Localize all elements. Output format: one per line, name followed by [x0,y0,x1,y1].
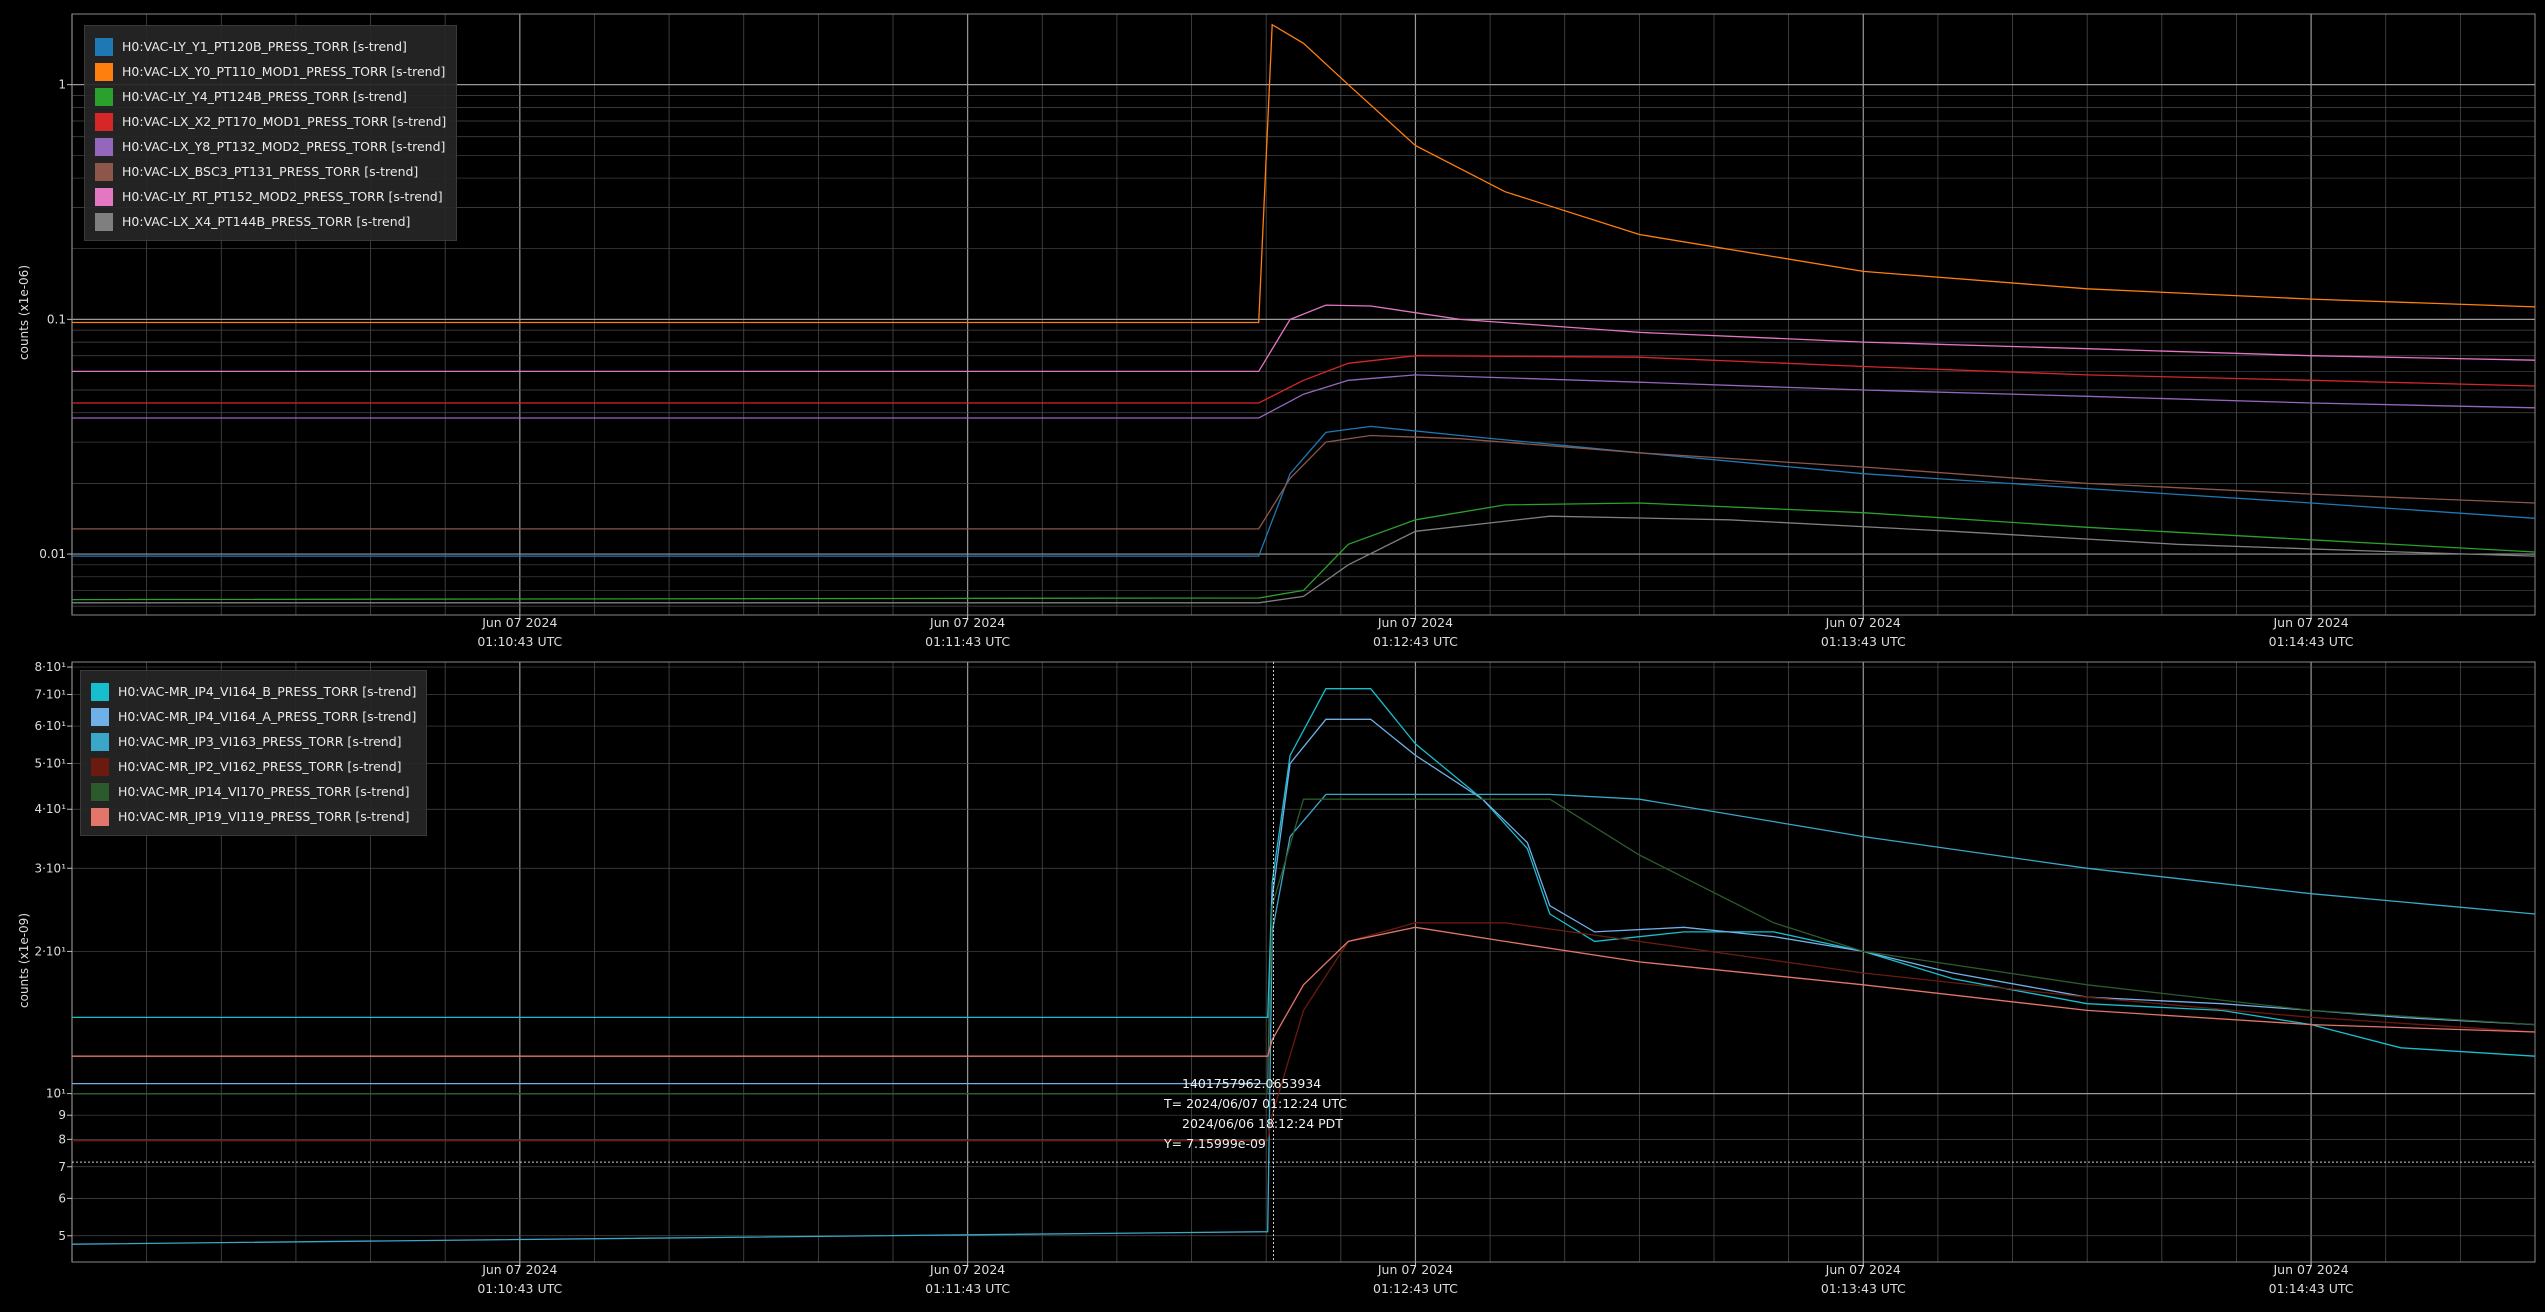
legend-item[interactable]: H0:VAC-LX_BSC3_PT131_PRESS_TORR [s-trend… [95,159,446,184]
x-tick-label-date: Jun 07 2024 [1825,1262,1901,1277]
x-tick-label-time: 01:13:43 UTC [1821,1281,1906,1296]
cursor-readout: 1401757962.0653934 T= 2024/06/07 01:12:24… [1164,1074,1347,1154]
y-tick-label: 1 [58,78,66,92]
x-tick-label-time: 01:14:43 UTC [2269,1281,2354,1296]
x-tick-label-date: Jun 07 2024 [1377,1262,1453,1277]
series-line-5 [72,926,2536,1057]
x-tick-label-time: 01:10:43 UTC [477,1281,562,1296]
legend-label: H0:VAC-LX_X2_PT170_MOD1_PRESS_TORR [s-tr… [122,114,447,129]
cursor-readout-line: 1401757962.0653934 [1182,1076,1322,1091]
legend-item[interactable]: H0:VAC-LY_Y4_PT124B_PRESS_TORR [s-trend] [95,84,446,109]
series-line-6 [72,304,2536,373]
y-tick-label: 6 [58,1191,66,1205]
legend-item[interactable]: H0:VAC-LX_Y8_PT132_MOD2_PRESS_TORR [s-tr… [95,134,446,159]
x-tick-label-time: 01:14:43 UTC [2269,634,2354,649]
legend-label: H0:VAC-MR_IP3_VI163_PRESS_TORR [s-trend] [118,734,402,749]
legend-item[interactable]: H0:VAC-LX_Y0_PT110_MOD1_PRESS_TORR [s-tr… [95,59,446,84]
legend-item[interactable]: H0:VAC-MR_IP19_VI119_PRESS_TORR [s-trend… [91,804,416,829]
legend-swatch [95,87,113,106]
legend-swatch [91,682,109,701]
legend-label: H0:VAC-LY_RT_PT152_MOD2_PRESS_TORR [s-tr… [122,189,443,204]
y-tick-label: 0.1 [47,312,66,326]
legend-swatch [91,807,109,826]
series-line-4 [72,798,2536,1095]
y-tick-label: 2·10¹ [34,944,66,958]
legend-label: H0:VAC-LX_X4_PT144B_PRESS_TORR [s-trend] [122,214,411,229]
x-tick-label-date: Jun 07 2024 [929,1262,1005,1277]
y-tick-label: 10¹ [46,1087,66,1101]
legend-item[interactable]: H0:VAC-LY_RT_PT152_MOD2_PRESS_TORR [s-tr… [95,184,446,209]
legend-item[interactable]: H0:VAC-MR_IP2_VI162_PRESS_TORR [s-trend] [91,754,416,779]
legend-item[interactable]: H0:VAC-MR_IP14_VI170_PRESS_TORR [s-trend… [91,779,416,804]
legend-swatch [95,37,113,56]
legend-label: H0:VAC-LY_Y1_PT120B_PRESS_TORR [s-trend] [122,39,407,54]
legend-item[interactable]: H0:VAC-LX_X2_PT170_MOD1_PRESS_TORR [s-tr… [95,109,446,134]
cursor-readout-line: T= 2024/06/07 01:12:24 UTC [1164,1096,1347,1111]
x-tick-label-date: Jun 07 2024 [2272,615,2348,630]
legend-label: H0:VAC-MR_IP4_VI164_B_PRESS_TORR [s-tren… [118,684,417,699]
legend-label: H0:VAC-MR_IP4_VI164_A_PRESS_TORR [s-tren… [118,709,417,724]
legend-label: H0:VAC-LX_Y0_PT110_MOD1_PRESS_TORR [s-tr… [122,64,446,79]
y-tick-label: 7 [58,1160,66,1174]
legend-swatch [95,137,113,156]
legend-swatch [95,162,113,181]
legend-label: H0:VAC-MR_IP2_VI162_PRESS_TORR [s-trend] [118,759,402,774]
x-tick-label-time: 01:12:43 UTC [1373,634,1458,649]
legend-swatch [91,707,109,726]
x-tick-label-date: Jun 07 2024 [481,1262,557,1277]
x-tick-label-time: 01:11:43 UTC [925,634,1010,649]
y-tick-label: 8·10¹ [34,660,66,674]
y-tick-label: 8 [58,1132,66,1146]
x-tick-label-time: 01:10:43 UTC [477,634,562,649]
legend-swatch [95,62,113,81]
bottom-chart-y-axis-label: counts (x1e-09) [17,912,31,1008]
series-line-0 [72,425,2536,557]
y-tick-label: 5·10¹ [34,756,66,770]
x-tick-label-time: 01:13:43 UTC [1821,634,1906,649]
top-chart-y-axis-label: counts (x1e-06) [17,264,31,360]
x-tick-label-date: Jun 07 2024 [1825,615,1901,630]
x-tick-label-date: Jun 07 2024 [481,615,557,630]
y-tick-label: 7·10¹ [34,687,66,701]
plot-frame [71,661,2536,1263]
legend-item[interactable]: H0:VAC-MR_IP4_VI164_B_PRESS_TORR [s-tren… [91,679,416,704]
y-tick-label: 3·10¹ [34,861,66,875]
y-tick-label: 9 [58,1108,66,1122]
legend-label: H0:VAC-LX_Y8_PT132_MOD2_PRESS_TORR [s-tr… [122,139,446,154]
legend-swatch [95,112,113,131]
legend-swatch [91,782,109,801]
x-tick-label-date: Jun 07 2024 [2272,1262,2348,1277]
legend-label: H0:VAC-MR_IP19_VI119_PRESS_TORR [s-trend… [118,809,410,824]
series-line-2 [71,793,2536,1245]
legend-swatch [95,187,113,206]
y-tick-label: 5 [58,1229,66,1243]
series-line-5 [72,434,2536,530]
legend-label: H0:VAC-LY_Y4_PT124B_PRESS_TORR [s-trend] [122,89,407,104]
cursor-readout-line: 2024/06/06 18:12:24 PDT [1182,1116,1343,1131]
series-line-1 [72,718,2536,1085]
y-tick-label: 4·10¹ [34,802,66,816]
legend-label: H0:VAC-MR_IP14_VI170_PRESS_TORR [s-trend… [118,784,410,799]
x-tick-label-time: 01:11:43 UTC [925,1281,1010,1296]
x-tick-label-date: Jun 07 2024 [929,615,1005,630]
y-tick-label: 0.01 [39,547,66,561]
series-line-2 [71,502,2536,601]
y-tick-label: 6·10¹ [34,719,66,733]
legend-item[interactable]: H0:VAC-LX_X4_PT144B_PRESS_TORR [s-trend] [95,209,446,234]
legend-swatch [95,212,113,231]
legend-item[interactable]: H0:VAC-MR_IP4_VI164_A_PRESS_TORR [s-tren… [91,704,416,729]
legend-item[interactable]: H0:VAC-LY_Y1_PT120B_PRESS_TORR [s-trend] [95,34,446,59]
bottom-chart-legend: H0:VAC-MR_IP4_VI164_B_PRESS_TORR [s-tren… [80,670,428,836]
legend-label: H0:VAC-LX_BSC3_PT131_PRESS_TORR [s-trend… [122,164,419,179]
x-tick-label-date: Jun 07 2024 [1377,615,1453,630]
top-chart-legend: H0:VAC-LY_Y1_PT120B_PRESS_TORR [s-trend]… [84,25,458,241]
legend-swatch [91,732,109,751]
series-line-3 [72,355,2536,404]
legend-item[interactable]: H0:VAC-MR_IP3_VI163_PRESS_TORR [s-trend] [91,729,416,754]
series-line-4 [72,374,2536,419]
cursor-readout-line: Y= 7.15999e-09 [1164,1136,1266,1151]
x-tick-label-time: 01:12:43 UTC [1373,1281,1458,1296]
legend-swatch [91,757,109,776]
